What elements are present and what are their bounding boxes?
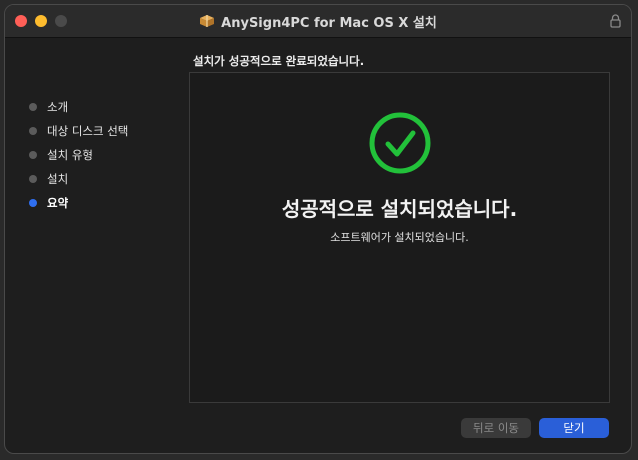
step-label: 대상 디스크 선택 xyxy=(47,124,129,138)
installer-steps-sidebar: 소개 대상 디스크 선택 설치 유형 설치 요약 xyxy=(27,95,177,215)
sidebar-step-installation: 설치 xyxy=(27,167,177,191)
step-label: 설치 xyxy=(47,172,69,186)
installer-window: AnySign4PC for Mac OS X 설치 설치가 성공적으로 완료되… xyxy=(4,4,632,454)
sidebar-step-intro: 소개 xyxy=(27,95,177,119)
sidebar-step-destination: 대상 디스크 선택 xyxy=(27,119,177,143)
step-indicator-dot xyxy=(29,103,37,111)
summary-content-panel: 성공적으로 설치되었습니다. 소프트웨어가 설치되었습니다. xyxy=(189,72,610,403)
back-button[interactable]: 뒤로 이동 xyxy=(461,418,531,438)
window-title-group: AnySign4PC for Mac OS X 설치 xyxy=(5,5,631,37)
step-indicator-dot xyxy=(29,175,37,183)
install-status-heading: 설치가 성공적으로 완료되었습니다. xyxy=(193,54,365,68)
success-title: 성공적으로 설치되었습니다. xyxy=(281,197,518,221)
step-indicator-dot-active xyxy=(29,199,37,207)
minimize-window-button[interactable] xyxy=(35,15,47,27)
step-indicator-dot xyxy=(29,127,37,135)
step-indicator-dot xyxy=(29,151,37,159)
sidebar-step-install-type: 설치 유형 xyxy=(27,143,177,167)
step-label: 소개 xyxy=(47,100,69,114)
step-label: 설치 유형 xyxy=(47,148,93,162)
close-button[interactable]: 닫기 xyxy=(539,418,609,438)
title-bar: AnySign4PC for Mac OS X 설치 xyxy=(5,5,631,38)
success-subtitle: 소프트웨어가 설치되었습니다. xyxy=(330,231,469,244)
maximize-window-button[interactable] xyxy=(55,15,67,27)
package-icon xyxy=(200,15,215,27)
checkmark-circle-icon xyxy=(369,112,431,174)
window-title: AnySign4PC for Mac OS X 설치 xyxy=(221,15,437,31)
sidebar-step-summary: 요약 xyxy=(27,191,177,215)
lock-icon xyxy=(610,14,621,28)
step-label: 요약 xyxy=(47,196,69,210)
close-window-button[interactable] xyxy=(15,15,27,27)
